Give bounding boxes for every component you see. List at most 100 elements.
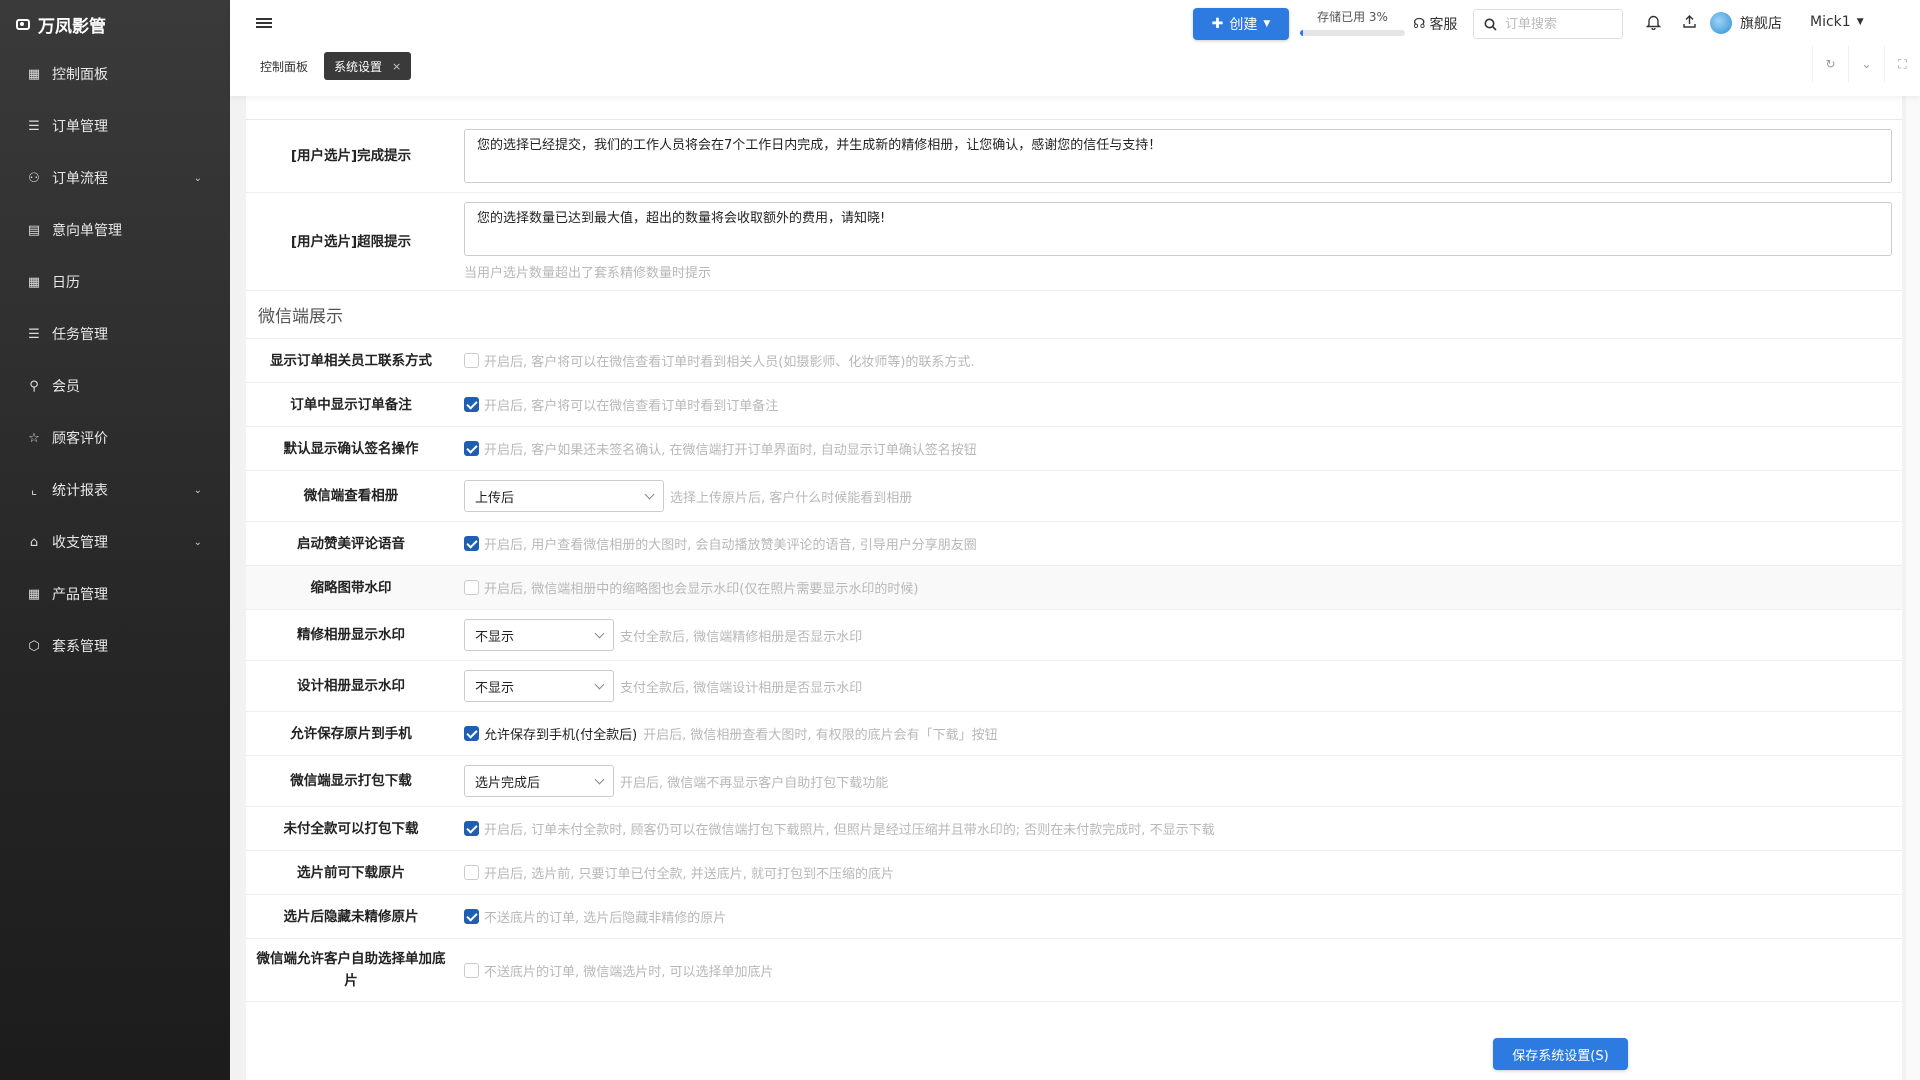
tab[interactable]: 控制面板: [250, 52, 319, 80]
setting-checkbox[interactable]: [464, 441, 479, 456]
checkbox-label[interactable]: 允许保存到手机(付全款后): [484, 724, 637, 743]
chevron-down-icon[interactable]: ⌄: [1848, 46, 1884, 82]
setting-row: 微信端允许客户自助选择单加底片 不送底片的订单, 微信端选片时, 可以选择单加底片: [246, 939, 1902, 1002]
chevron-down-icon: [594, 679, 605, 689]
user-menu[interactable]: Mick1 ▼: [1810, 14, 1864, 30]
setting-label: 未付全款可以打包下载: [283, 820, 419, 837]
expand-icon[interactable]: ⛶: [1884, 46, 1920, 82]
create-label: 创建: [1229, 17, 1258, 33]
search-icon: [1484, 18, 1497, 31]
brand[interactable]: 万凤影管: [0, 0, 230, 48]
setting-control: 开启后, 微信端相册中的缩略图也会显示水印(仅在照片需要显示水印的时候): [456, 578, 1902, 597]
chevron-down-icon: [594, 628, 605, 638]
message-textarea[interactable]: 您的选择数量已达到最大值，超出的数量将会收取额外的费用，请知晓!: [464, 202, 1892, 256]
setting-select[interactable]: 不显示: [464, 670, 614, 702]
select-value: 不显示: [475, 680, 515, 696]
setting-checkbox[interactable]: [464, 821, 479, 836]
sidebar-item-label: 意向单管理: [52, 223, 122, 239]
chevron-down-icon: ▼: [1263, 19, 1271, 29]
message-textarea[interactable]: 您的选择已经提交，我们的工作人员将会在7个工作日内完成，并生成新的精修相册，让您…: [464, 129, 1892, 183]
setting-checkbox[interactable]: [464, 962, 479, 978]
chevron-down-icon: ⌄: [193, 536, 202, 548]
setting-checkbox[interactable]: [464, 865, 479, 880]
bell-icon[interactable]: [1645, 14, 1662, 34]
create-button[interactable]: ✚ 创建 ▼: [1193, 8, 1289, 40]
service-button[interactable]: ☊ 客服: [1413, 14, 1457, 34]
menu-toggle-icon[interactable]: [256, 16, 272, 32]
package-icon: ⬡: [28, 638, 40, 654]
sidebar-item[interactable]: ☰ 订单管理: [0, 100, 230, 152]
setting-hint: 开启后, 客户将可以在微信查看订单时看到订单备注: [484, 399, 779, 414]
setting-label: [用户选片]超限提示: [290, 233, 412, 250]
sidebar-item[interactable]: ☆ 顾客评价: [0, 412, 230, 464]
store-switcher[interactable]: 旗舰店: [1710, 12, 1782, 34]
sidebar-item[interactable]: ☰ 任务管理: [0, 308, 230, 360]
chevron-down-icon: [594, 774, 605, 784]
footer-bar: [246, 1030, 1902, 1080]
setting-control: 上传后 选择上传原片后, 客户什么时候能看到相册: [456, 480, 1902, 512]
setting-select[interactable]: 选片完成后: [464, 765, 614, 797]
tab[interactable]: 系统设置 ×: [324, 52, 412, 80]
setting-control: 开启后, 用户查看微信相册的大图时, 会自动播放赞美评论的语音, 引导用户分享朋…: [456, 534, 1902, 553]
sidebar-item-label: 套系管理: [52, 639, 108, 655]
setting-label: 选片后隐藏未精修原片: [283, 908, 419, 925]
setting-control: 开启后, 客户将可以在微信查看订单时看到订单备注: [456, 395, 1902, 414]
setting-row: 默认显示确认签名操作 开启后, 客户如果还未签名确认, 在微信端打开订单界面时, …: [246, 427, 1902, 471]
sidebar-item[interactable]: ⌞ 统计报表 ⌄: [0, 464, 230, 516]
sidebar-item[interactable]: ▦ 产品管理: [0, 568, 230, 620]
setting-checkbox[interactable]: [464, 580, 479, 595]
refresh-icon[interactable]: ↻: [1812, 46, 1848, 82]
sidebar-item-label: 收支管理: [52, 535, 108, 551]
sidebar-item[interactable]: ⚇ 订单流程 ⌄: [0, 152, 230, 204]
setting-checkbox[interactable]: [464, 353, 479, 368]
sidebar-item[interactable]: ⬡ 套系管理: [0, 620, 230, 672]
search-input[interactable]: [1505, 16, 1605, 32]
setting-row: 允许保存原片到手机 允许保存到手机(付全款后) 开启后, 微信相册查看大图时, 有权…: [246, 712, 1902, 756]
sidebar-nav: ▦ 控制面板 ☰ 订单管理 ⚇ 订单流程 ⌄ ▤ 意向单管理 ▦ 日历 ☰ 任务管理 ⚲ 会员 ☆ 顾客评价 ⌞ 统…: [0, 48, 230, 672]
scrollbar[interactable]: [1906, 96, 1920, 1080]
setting-label: 默认显示确认签名操作: [283, 440, 419, 457]
close-icon[interactable]: ×: [392, 60, 401, 73]
select-value: 不显示: [475, 629, 515, 645]
save-settings-button[interactable]: 保存系统设置(S): [1493, 1038, 1628, 1070]
upload-icon[interactable]: [1682, 14, 1697, 33]
sidebar-item-label: 日历: [52, 275, 80, 291]
sidebar-item[interactable]: ▤ 意向单管理: [0, 204, 230, 256]
setting-row: [用户选片]超限提示 您的选择数量已达到最大值，超出的数量将会收取额外的费用，请知…: [246, 193, 1902, 291]
setting-label: 微信端显示打包下载: [290, 773, 412, 789]
setting-row: 启动赞美评论语音 开启后, 用户查看微信相册的大图时, 会自动播放赞美评论的语音,…: [246, 522, 1902, 566]
setting-hint: 不送底片的订单, 选片后隐藏非精修的原片: [484, 911, 727, 926]
setting-label: 设计相册显示水印: [297, 678, 405, 694]
setting-label: 订单中显示订单备注: [290, 396, 412, 413]
chevron-down-icon: [644, 489, 655, 499]
setting-row: 设计相册显示水印 不显示 支付全款后, 微信端设计相册是否显示水印: [246, 661, 1902, 712]
sidebar-item-label: 任务管理: [52, 327, 108, 343]
order-search[interactable]: [1473, 9, 1623, 39]
setting-hint: 开启后, 用户查看微信相册的大图时, 会自动播放赞美评论的语音, 引导用户分享朋…: [484, 538, 977, 553]
setting-label: [用户选片]完成提示: [290, 148, 412, 164]
setting-control: 开启后, 客户如果还未签名确认, 在微信端打开订单界面时, 自动显示订单确认签名…: [456, 439, 1902, 458]
setting-control: 允许保存到手机(付全款后) 开启后, 微信相册查看大图时, 有权限的底片会有「下载…: [456, 724, 1902, 743]
setting-checkbox[interactable]: [464, 726, 479, 741]
setting-hint: 开启后, 微信相册查看大图时, 有权限的底片会有「下载」按钮: [643, 728, 998, 743]
setting-hint: 开启后, 选片前, 只要订单已付全款, 并送底片, 就可打包到不压缩的底片: [484, 867, 895, 882]
page-tabs: 控制面板 系统设置 ×: [250, 52, 412, 80]
setting-label: 允许保存原片到手机: [290, 725, 412, 742]
setting-checkbox[interactable]: [464, 536, 479, 551]
setting-control: 不显示 支付全款后, 微信端精修相册是否显示水印: [456, 619, 1902, 651]
setting-select[interactable]: 不显示: [464, 619, 614, 651]
sidebar-item[interactable]: ⌂ 收支管理 ⌄: [0, 516, 230, 568]
setting-label: 显示订单相关员工联系方式: [270, 352, 432, 369]
sidebar-item[interactable]: ⚲ 会员: [0, 360, 230, 412]
sidebar-item[interactable]: ▦ 日历: [0, 256, 230, 308]
setting-checkbox[interactable]: [464, 909, 479, 924]
chevron-down-icon: ⌄: [193, 484, 202, 496]
setting-select[interactable]: 上传后: [464, 480, 664, 512]
user-label: Mick1: [1810, 14, 1851, 30]
storage-bar-fill: [1300, 30, 1304, 36]
calendar-icon: ▦: [27, 274, 41, 290]
sidebar-item-label: 产品管理: [52, 587, 108, 603]
sidebar-item[interactable]: ▦ 控制面板: [0, 48, 230, 100]
flow-icon: ⚇: [28, 170, 40, 186]
setting-checkbox[interactable]: [464, 397, 479, 412]
